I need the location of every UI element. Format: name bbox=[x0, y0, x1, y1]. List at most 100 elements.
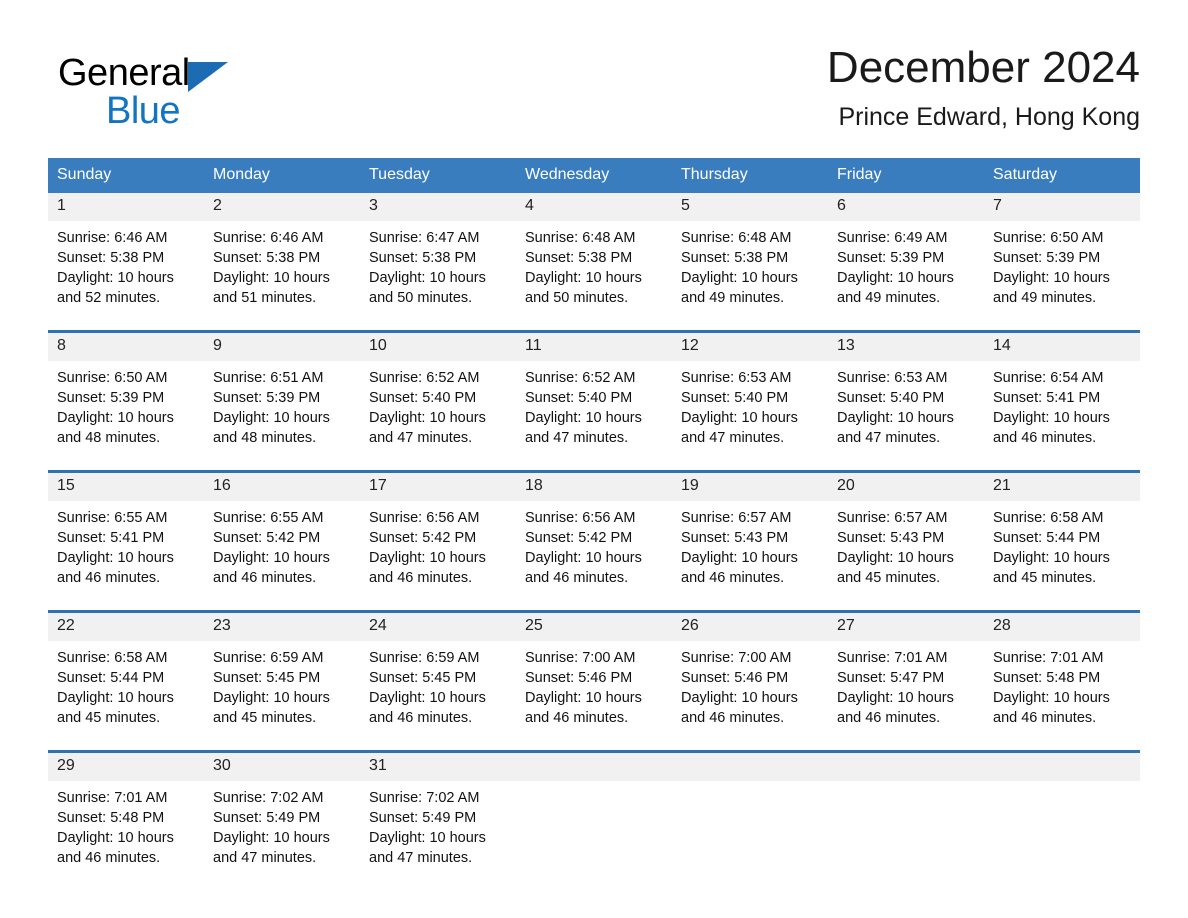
day-number[interactable]: 17 bbox=[360, 470, 516, 501]
day-number[interactable]: 14 bbox=[984, 330, 1140, 361]
day-cell[interactable]: Sunrise: 7:02 AM Sunset: 5:49 PM Daylight:… bbox=[204, 781, 360, 890]
day-number[interactable]: 20 bbox=[828, 470, 984, 501]
day-cell[interactable]: Sunrise: 6:53 AM Sunset: 5:40 PM Daylight:… bbox=[672, 361, 828, 472]
day-cell[interactable]: Sunrise: 6:49 AM Sunset: 5:39 PM Daylight:… bbox=[828, 221, 984, 332]
sunrise-text: Sunrise: 6:46 AM bbox=[213, 230, 324, 246]
day-cell[interactable]: Sunrise: 7:01 AM Sunset: 5:48 PM Daylight:… bbox=[984, 641, 1140, 752]
day-cell[interactable]: Sunrise: 6:48 AM Sunset: 5:38 PM Daylight:… bbox=[516, 221, 672, 332]
day-cell[interactable]: Sunrise: 6:59 AM Sunset: 5:45 PM Daylight:… bbox=[204, 641, 360, 752]
sunset-text: Sunset: 5:49 PM bbox=[369, 810, 477, 826]
sunrise-text: Sunrise: 6:55 AM bbox=[57, 510, 168, 526]
day-number[interactable]: 16 bbox=[204, 470, 360, 501]
day-cell[interactable]: Sunrise: 7:02 AM Sunset: 5:49 PM Daylight:… bbox=[360, 781, 516, 890]
day-cell[interactable]: Sunrise: 6:55 AM Sunset: 5:41 PM Daylight:… bbox=[48, 501, 204, 612]
sunrise-text: Sunrise: 7:02 AM bbox=[369, 790, 480, 806]
sunrise-text: Sunrise: 6:48 AM bbox=[681, 230, 792, 246]
daylight-text: Daylight: 10 hours and 46 minutes. bbox=[57, 830, 174, 866]
day-number[interactable]: 13 bbox=[828, 330, 984, 361]
day-number[interactable]: 23 bbox=[204, 610, 360, 641]
sunset-text: Sunset: 5:49 PM bbox=[213, 810, 321, 826]
sunrise-text: Sunrise: 6:54 AM bbox=[993, 370, 1104, 386]
day-number[interactable]: 1 bbox=[48, 193, 204, 221]
day-number[interactable]: 28 bbox=[984, 610, 1140, 641]
day-number[interactable]: 18 bbox=[516, 470, 672, 501]
day-cell[interactable]: Sunrise: 7:00 AM Sunset: 5:46 PM Daylight:… bbox=[516, 641, 672, 752]
day-number[interactable]: 24 bbox=[360, 610, 516, 641]
day-number[interactable]: 3 bbox=[360, 193, 516, 221]
sunset-text: Sunset: 5:40 PM bbox=[525, 390, 633, 406]
day-number[interactable]: 10 bbox=[360, 330, 516, 361]
day-cell[interactable]: Sunrise: 6:57 AM Sunset: 5:43 PM Daylight:… bbox=[672, 501, 828, 612]
day-number[interactable]: 5 bbox=[672, 193, 828, 221]
day-number[interactable]: 21 bbox=[984, 470, 1140, 501]
sunrise-text: Sunrise: 6:56 AM bbox=[369, 510, 480, 526]
sunset-text: Sunset: 5:46 PM bbox=[525, 670, 633, 686]
day-cell[interactable]: Sunrise: 6:57 AM Sunset: 5:43 PM Daylight:… bbox=[828, 501, 984, 612]
day-cell[interactable]: Sunrise: 6:52 AM Sunset: 5:40 PM Daylight:… bbox=[360, 361, 516, 472]
day-cell[interactable]: Sunrise: 6:47 AM Sunset: 5:38 PM Daylight:… bbox=[360, 221, 516, 332]
day-number[interactable]: 15 bbox=[48, 470, 204, 501]
day-cell[interactable]: Sunrise: 6:56 AM Sunset: 5:42 PM Daylight:… bbox=[516, 501, 672, 612]
day-number[interactable]: 6 bbox=[828, 193, 984, 221]
logo-top-row: General bbox=[58, 50, 318, 96]
day-number[interactable]: 4 bbox=[516, 193, 672, 221]
empty-day-cell bbox=[828, 781, 984, 890]
daylight-text: Daylight: 10 hours and 45 minutes. bbox=[837, 550, 954, 586]
sunrise-text: Sunrise: 6:57 AM bbox=[681, 510, 792, 526]
sunset-text: Sunset: 5:41 PM bbox=[993, 390, 1101, 406]
day-number[interactable]: 11 bbox=[516, 330, 672, 361]
day-number[interactable]: 8 bbox=[48, 330, 204, 361]
title-block: December 2024 Prince Edward, Hong Kong bbox=[827, 40, 1140, 134]
sunset-text: Sunset: 5:39 PM bbox=[837, 250, 945, 266]
day-number[interactable]: 26 bbox=[672, 610, 828, 641]
day-cell[interactable]: Sunrise: 7:01 AM Sunset: 5:48 PM Daylight:… bbox=[48, 781, 204, 890]
sunset-text: Sunset: 5:43 PM bbox=[837, 530, 945, 546]
day-cell[interactable]: Sunrise: 7:01 AM Sunset: 5:47 PM Daylight:… bbox=[828, 641, 984, 752]
daylight-text: Daylight: 10 hours and 46 minutes. bbox=[525, 550, 642, 586]
day-cell[interactable]: Sunrise: 6:50 AM Sunset: 5:39 PM Daylight:… bbox=[984, 221, 1140, 332]
generalblue-logo[interactable]: General Blue bbox=[58, 50, 318, 136]
sunrise-text: Sunrise: 7:00 AM bbox=[525, 650, 636, 666]
day-cell[interactable]: Sunrise: 6:55 AM Sunset: 5:42 PM Daylight:… bbox=[204, 501, 360, 612]
day-cell[interactable]: Sunrise: 6:58 AM Sunset: 5:44 PM Daylight:… bbox=[984, 501, 1140, 612]
day-cell[interactable]: Sunrise: 6:58 AM Sunset: 5:44 PM Daylight:… bbox=[48, 641, 204, 752]
page-header: General Blue December 2024 Prince Edward… bbox=[48, 40, 1140, 150]
week-detail-row: Sunrise: 7:01 AM Sunset: 5:48 PM Daylight:… bbox=[48, 781, 1140, 890]
sunset-text: Sunset: 5:45 PM bbox=[213, 670, 321, 686]
day-cell[interactable]: Sunrise: 6:56 AM Sunset: 5:42 PM Daylight:… bbox=[360, 501, 516, 612]
day-cell[interactable]: Sunrise: 6:52 AM Sunset: 5:40 PM Daylight:… bbox=[516, 361, 672, 472]
day-number[interactable]: 12 bbox=[672, 330, 828, 361]
daylight-text: Daylight: 10 hours and 47 minutes. bbox=[369, 830, 486, 866]
column-header-saturday: Saturday bbox=[984, 158, 1140, 193]
day-number[interactable]: 29 bbox=[48, 750, 204, 781]
day-cell[interactable]: Sunrise: 6:46 AM Sunset: 5:38 PM Daylight:… bbox=[204, 221, 360, 332]
sunset-text: Sunset: 5:45 PM bbox=[369, 670, 477, 686]
day-cell[interactable]: Sunrise: 6:59 AM Sunset: 5:45 PM Daylight:… bbox=[360, 641, 516, 752]
daylight-text: Daylight: 10 hours and 49 minutes. bbox=[681, 270, 798, 306]
day-number[interactable]: 7 bbox=[984, 193, 1140, 221]
day-cell[interactable]: Sunrise: 6:50 AM Sunset: 5:39 PM Daylight:… bbox=[48, 361, 204, 472]
day-cell[interactable]: Sunrise: 6:54 AM Sunset: 5:41 PM Daylight:… bbox=[984, 361, 1140, 472]
sunrise-text: Sunrise: 6:49 AM bbox=[837, 230, 948, 246]
sunset-text: Sunset: 5:39 PM bbox=[213, 390, 321, 406]
day-cell[interactable]: Sunrise: 6:51 AM Sunset: 5:39 PM Daylight:… bbox=[204, 361, 360, 472]
day-cell[interactable]: Sunrise: 7:00 AM Sunset: 5:46 PM Daylight:… bbox=[672, 641, 828, 752]
daylight-text: Daylight: 10 hours and 47 minutes. bbox=[837, 410, 954, 446]
week-detail-row: Sunrise: 6:58 AM Sunset: 5:44 PM Daylight:… bbox=[48, 641, 1140, 752]
day-number[interactable]: 2 bbox=[204, 193, 360, 221]
day-cell[interactable]: Sunrise: 6:48 AM Sunset: 5:38 PM Daylight:… bbox=[672, 221, 828, 332]
daylight-text: Daylight: 10 hours and 50 minutes. bbox=[369, 270, 486, 306]
sunset-text: Sunset: 5:44 PM bbox=[57, 670, 165, 686]
day-number[interactable]: 30 bbox=[204, 750, 360, 781]
sunset-text: Sunset: 5:42 PM bbox=[369, 530, 477, 546]
day-number[interactable]: 22 bbox=[48, 610, 204, 641]
day-number[interactable]: 19 bbox=[672, 470, 828, 501]
day-number[interactable]: 31 bbox=[360, 750, 516, 781]
day-number[interactable]: 9 bbox=[204, 330, 360, 361]
sunset-text: Sunset: 5:40 PM bbox=[369, 390, 477, 406]
day-number[interactable]: 25 bbox=[516, 610, 672, 641]
day-cell[interactable]: Sunrise: 6:46 AM Sunset: 5:38 PM Daylight:… bbox=[48, 221, 204, 332]
day-cell[interactable]: Sunrise: 6:53 AM Sunset: 5:40 PM Daylight:… bbox=[828, 361, 984, 472]
sunrise-text: Sunrise: 6:56 AM bbox=[525, 510, 636, 526]
day-number[interactable]: 27 bbox=[828, 610, 984, 641]
